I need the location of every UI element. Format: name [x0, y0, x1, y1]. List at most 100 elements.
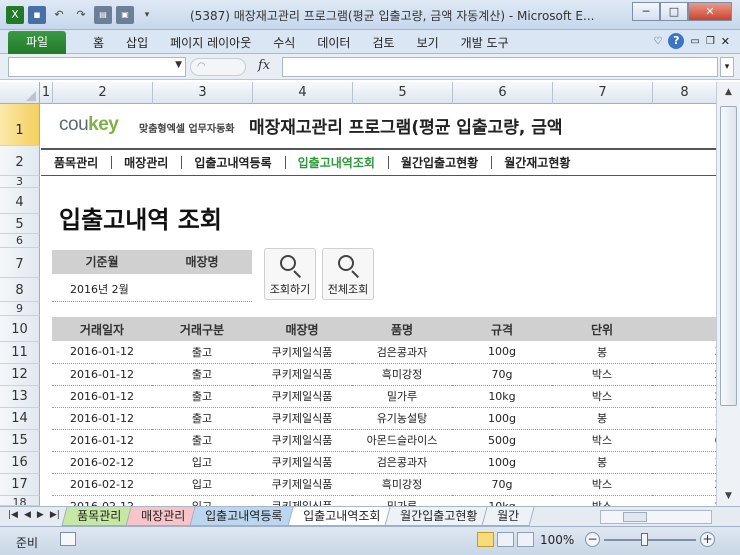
cell-price[interactable]: 1,700 [652, 407, 716, 430]
row-header[interactable]: 5 [0, 214, 40, 234]
cell-item[interactable]: 흑미강정 [352, 473, 452, 496]
cell-unit[interactable]: 봉 [552, 451, 652, 474]
cell-unit[interactable]: 박스 [552, 473, 652, 496]
ribbon-collapse-icon[interactable]: ♡ [653, 36, 662, 47]
zoom-slider[interactable] [604, 539, 696, 541]
save-icon[interactable]: ▪ [28, 6, 46, 24]
column-header[interactable]: 5 [353, 82, 453, 104]
row-header[interactable]: 16 [0, 452, 40, 474]
customize-toolbar-icon[interactable]: ▾ [138, 6, 156, 24]
table-row[interactable]: 2016-02-12 입고 쿠키제일식품 검은콩과자 100g 봉 3,500 [52, 451, 716, 474]
tab-home[interactable]: 홈 [82, 34, 115, 52]
zoom-slider-thumb[interactable] [641, 533, 648, 546]
cell-spec[interactable]: 100g [452, 451, 552, 474]
cell-item[interactable]: 밀가루 [352, 385, 452, 408]
first-sheet-icon[interactable]: |◀ [8, 510, 18, 520]
cell-store[interactable]: 쿠키제일식품 [252, 429, 352, 452]
form-icon[interactable]: ▤ [94, 6, 112, 24]
cell-unit[interactable]: 봉 [552, 341, 652, 364]
cell-item[interactable]: 밀가루 [352, 495, 452, 506]
cell-price[interactable]: 6,500 [652, 429, 716, 452]
sheet-tab-inquiry[interactable]: 입출고내역조회 [287, 507, 396, 526]
scroll-thumb[interactable] [623, 512, 647, 522]
row-header[interactable]: 14 [0, 408, 40, 430]
cell-date[interactable]: 2016-01-12 [52, 429, 152, 452]
cell-item[interactable]: 유기농설탕 [352, 407, 452, 430]
cell-date[interactable]: 2016-01-12 [52, 341, 152, 364]
cell-date[interactable]: 2016-01-12 [52, 407, 152, 430]
cell-store[interactable]: 쿠키제일식품 [252, 495, 352, 506]
close-button[interactable]: ✕ [688, 2, 732, 21]
undo-icon[interactable]: ↶ [50, 6, 68, 24]
row-header[interactable]: 4 [0, 188, 40, 214]
cell-price[interactable]: 3,500 [652, 341, 716, 364]
sheet-tab-register[interactable]: 입출고내역등록 [189, 507, 299, 526]
page-layout-view-icon[interactable] [497, 532, 514, 547]
row-header[interactable]: 1 [0, 104, 40, 146]
zoom-out-icon[interactable]: − [585, 532, 600, 547]
tab-insert[interactable]: 삽입 [115, 34, 159, 52]
row-header[interactable]: 11 [0, 342, 40, 364]
cell-item[interactable]: 검은콩과자 [352, 451, 452, 474]
camera-icon[interactable]: ▣ [116, 6, 134, 24]
scroll-down-icon[interactable]: ▼ [720, 488, 737, 504]
row-header[interactable]: 9 [0, 302, 40, 316]
tab-developer[interactable]: 개발 도구 [450, 34, 520, 52]
next-sheet-icon[interactable]: ▶ [37, 510, 44, 520]
row-header[interactable]: 8 [0, 278, 40, 302]
column-header[interactable]: 8 [653, 82, 716, 104]
table-row[interactable]: 2016-01-12 출고 쿠키제일식품 밀가루 10kg 박스 20,00 [52, 385, 716, 408]
zoom-level[interactable]: 100% [540, 533, 574, 547]
nav-item-register[interactable]: 입출고내역등록 [181, 154, 284, 171]
ribbon-minimize-icon[interactable]: ▭ [690, 36, 699, 47]
row-header[interactable]: 10 [0, 316, 40, 342]
row-header[interactable]: 6 [0, 234, 40, 248]
cell-date[interactable]: 2016-02-12 [52, 495, 152, 506]
column-header[interactable]: 3 [153, 82, 253, 104]
row-header[interactable]: 13 [0, 386, 40, 408]
view-all-button[interactable]: 전체조회 [322, 248, 374, 300]
column-header[interactable]: 1 [40, 82, 53, 104]
tab-formulas[interactable]: 수식 [262, 34, 306, 52]
nav-item-monthly-io[interactable]: 월간입출고현황 [387, 154, 491, 171]
tab-page-layout[interactable]: 페이지 레이아웃 [159, 34, 262, 52]
column-header[interactable]: 7 [553, 82, 653, 104]
cell-item[interactable]: 흑미강정 [352, 363, 452, 386]
ribbon-close-icon[interactable]: ✕ [721, 35, 730, 48]
cell-unit[interactable]: 박스 [552, 385, 652, 408]
cell-date[interactable]: 2016-01-12 [52, 363, 152, 386]
cell-spec[interactable]: 500g [452, 429, 552, 452]
row-header[interactable]: 2 [0, 146, 40, 176]
cell-date[interactable]: 2016-02-12 [52, 473, 152, 496]
cell-store[interactable]: 쿠키제일식품 [252, 451, 352, 474]
cell-date[interactable]: 2016-02-12 [52, 451, 152, 474]
maximize-button[interactable]: □ [660, 2, 688, 21]
cell-store[interactable]: 쿠키제일식품 [252, 341, 352, 364]
cell-unit[interactable]: 박스 [552, 495, 652, 506]
cell-date[interactable]: 2016-01-12 [52, 385, 152, 408]
last-sheet-icon[interactable]: ▶| [50, 510, 60, 520]
cell-spec[interactable]: 10kg [452, 495, 552, 506]
cell-type[interactable]: 입고 [152, 495, 252, 506]
prev-sheet-icon[interactable]: ◀ [24, 510, 31, 520]
cell-spec[interactable]: 10kg [452, 385, 552, 408]
column-header[interactable]: 4 [253, 82, 353, 104]
tab-file[interactable]: 파일 [8, 31, 66, 54]
normal-view-icon[interactable] [477, 532, 494, 547]
redo-icon[interactable]: ↷ [72, 6, 90, 24]
cell-price[interactable]: 2,000 [652, 363, 716, 386]
insert-function-icon[interactable]: fx [258, 58, 270, 73]
cell-type[interactable]: 출고 [152, 407, 252, 430]
cell-type[interactable]: 출고 [152, 429, 252, 452]
cell-store[interactable]: 쿠키제일식품 [252, 473, 352, 496]
table-row[interactable]: 2016-02-12 입고 쿠키제일식품 밀가루 10kg 박스 20,00 [52, 495, 716, 506]
horizontal-scrollbar[interactable] [600, 510, 712, 524]
cell-price[interactable]: 20,00 [652, 385, 716, 408]
vertical-scrollbar[interactable]: ▲ ▼ [716, 82, 740, 506]
nav-item-inquiry[interactable]: 입출고내역조회 [284, 154, 388, 171]
cell-spec[interactable]: 100g [452, 407, 552, 430]
column-header[interactable]: 2 [53, 82, 153, 104]
chevron-down-icon[interactable]: ▼ [175, 60, 182, 70]
cell-type[interactable]: 입고 [152, 451, 252, 474]
nav-item-monthly-stock[interactable]: 월간재고현황 [491, 154, 583, 171]
